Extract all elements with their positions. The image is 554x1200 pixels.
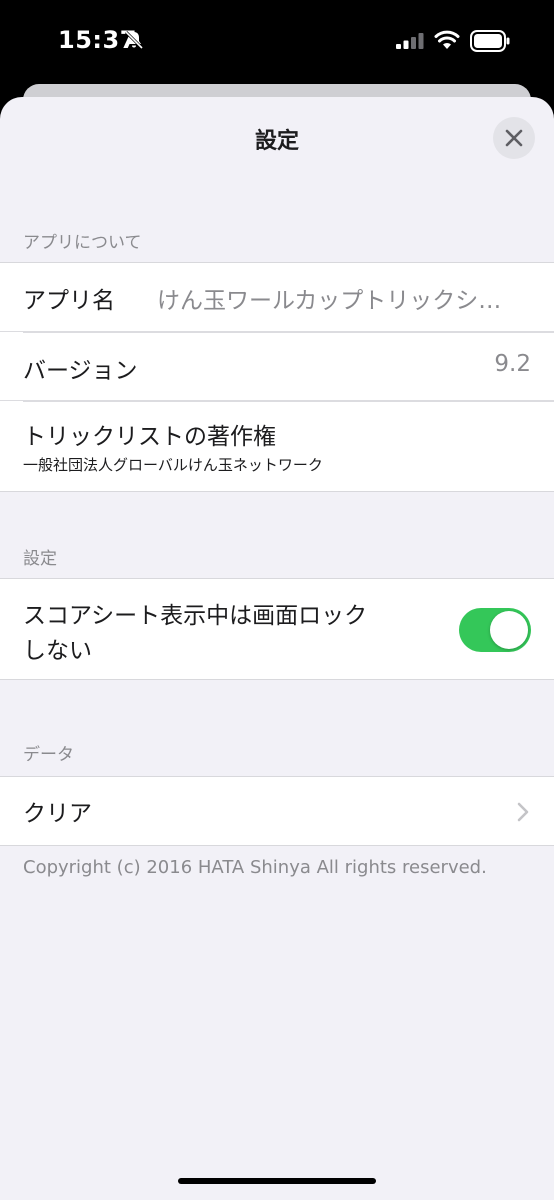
data-group: クリア <box>0 776 554 846</box>
row-divider <box>23 401 554 402</box>
settings-group: スコアシート表示中は画面ロック しない <box>0 578 554 680</box>
clear-label: クリア <box>23 801 92 827</box>
version-label: バージョン <box>23 358 138 384</box>
screen-lock-label-line2: しない <box>23 638 92 664</box>
trick-list-copyright-value: 一般社団法人グローバルけん玉ネットワーク <box>23 456 323 474</box>
chevron-right-icon <box>517 802 529 822</box>
signal-icon <box>396 33 424 49</box>
home-indicator[interactable] <box>178 1178 376 1184</box>
battery-icon <box>470 30 510 52</box>
clear-row[interactable]: クリア <box>0 777 554 845</box>
screen-lock-toggle[interactable] <box>459 608 531 652</box>
status-bar: 15:37 <box>0 0 554 84</box>
section-header-settings: 設定 <box>23 549 57 569</box>
app-name-row: アプリ名 けん玉ワールカップトリックシ… <box>0 263 554 331</box>
wifi-icon <box>434 30 460 49</box>
close-button[interactable] <box>493 117 535 159</box>
trick-list-copyright-label: トリックリストの著作権 <box>23 424 276 450</box>
close-icon <box>505 129 523 147</box>
about-group: アプリ名 けん玉ワールカップトリックシ… バージョン 9.2 トリックリストの著… <box>0 262 554 492</box>
toggle-knob <box>490 611 528 649</box>
bell-slash-icon <box>124 30 144 50</box>
settings-sheet: 設定 アプリについて アプリ名 けん玉ワールカップトリックシ… バージョン 9.… <box>0 97 554 1200</box>
copyright-row: トリックリストの著作権 一般社団法人グローバルけん玉ネットワーク <box>0 400 554 491</box>
page-title: 設定 <box>254 129 299 154</box>
footer-copyright: Copyright (c) 2016 HATA Shinya All right… <box>23 857 487 878</box>
section-header-about: アプリについて <box>23 233 142 253</box>
version-row: バージョン 9.2 <box>0 331 554 400</box>
app-name-value: けん玉ワールカップトリックシ… <box>157 288 502 314</box>
section-header-data: データ <box>23 745 74 765</box>
app-name-label: アプリ名 <box>23 288 115 314</box>
screen-lock-row: スコアシート表示中は画面ロック しない <box>0 579 554 679</box>
row-divider <box>23 332 554 333</box>
version-value: 9.2 <box>494 351 531 377</box>
screen-lock-label-line1: スコアシート表示中は画面ロック <box>23 603 368 629</box>
